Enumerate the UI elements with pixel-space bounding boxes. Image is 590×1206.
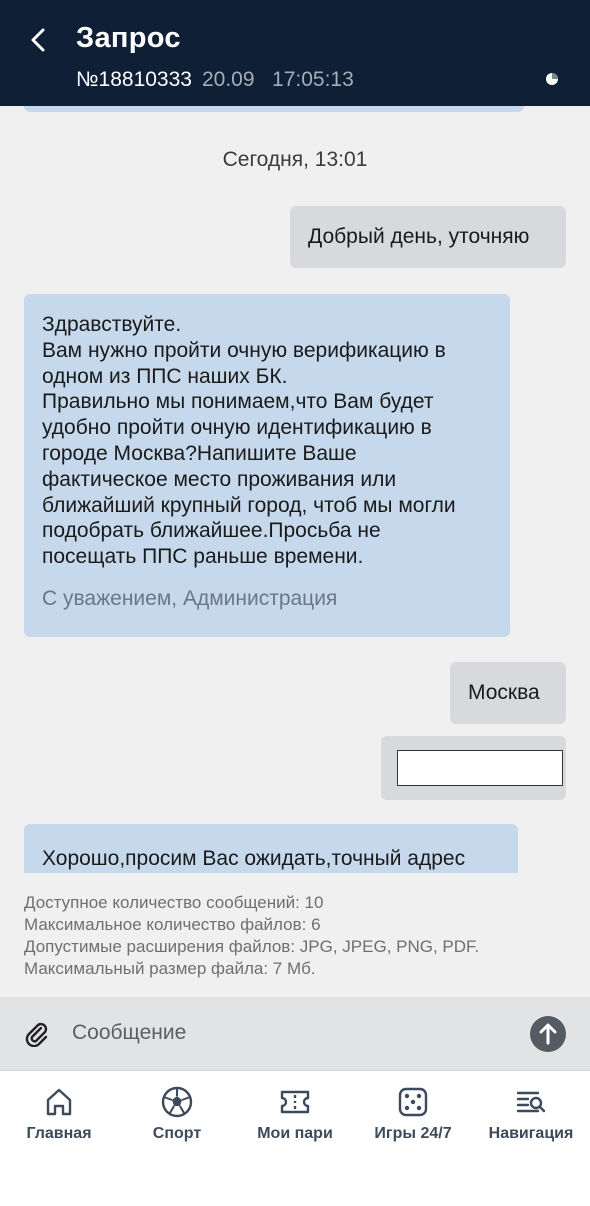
limit-extensions: Допустимые расширения файлов: JPG, JPEG,… (24, 937, 480, 956)
status-indicator-icon (546, 73, 558, 85)
arrow-up-icon (539, 1023, 557, 1045)
upload-limits-info: Доступное количество сообщений: 10 Макси… (24, 892, 479, 980)
message-line: Здравствуйте. (42, 313, 182, 336)
message-line: удобно пройти очную идентификацию в (42, 416, 432, 440)
tab-label: Мои пари (257, 1125, 333, 1142)
tab-navigation[interactable]: Навигация (472, 1085, 590, 1143)
tab-sport[interactable]: Спорт (118, 1085, 236, 1143)
incoming-message: Хорошо,просим Вас ожидать,точный адрес (24, 824, 518, 873)
outgoing-message: Добрый день, уточняю (290, 206, 566, 268)
chat-thread[interactable]: Сегодня, 13:01 Добрый день, уточняю Здра… (0, 106, 590, 873)
request-info: №18810333 20.09 17:05:13 (76, 68, 354, 92)
limit-messages: Доступное количество сообщений: 10 (24, 893, 324, 912)
message-composer (0, 997, 590, 1070)
send-button[interactable] (530, 1016, 566, 1052)
back-arrow-icon[interactable] (26, 26, 52, 54)
dice-icon (398, 1087, 428, 1117)
menu-search-icon (516, 1091, 546, 1113)
bottom-tab-bar: Главная Спорт Мои пари Игры 24/7 Навигац… (0, 1070, 590, 1206)
message-text: Добрый день, уточняю (308, 225, 530, 248)
ticket-icon (280, 1090, 310, 1114)
limit-files: Максимальное количество файлов: 6 (24, 915, 321, 934)
incoming-message: Здравствуйте. Вам нужно пройти очную вер… (24, 294, 510, 637)
header: Запрос №18810333 20.09 17:05:13 (0, 0, 590, 106)
message-text: Хорошо,просим Вас ожидать,точный адрес (42, 847, 466, 870)
tab-my-bets[interactable]: Мои пари (236, 1085, 354, 1143)
message-line: городе Москва?Напишите Ваше (42, 441, 357, 465)
outgoing-attachment-message[interactable] (381, 736, 566, 800)
tab-games[interactable]: Игры 24/7 (354, 1085, 472, 1143)
message-line: Вам нужно пройти очную верификацию в (42, 338, 446, 362)
home-icon (46, 1088, 72, 1116)
tab-label: Игры 24/7 (374, 1125, 452, 1142)
message-line: подобрать ближайшее.Просьба не (42, 519, 381, 543)
message-line: посещать ППС раньше времени. (42, 545, 364, 569)
outgoing-message: Москва (450, 662, 566, 724)
previous-message-bubble (24, 106, 524, 112)
limit-size: Максимальный размер файла: 7 Мб. (24, 959, 316, 978)
tab-label: Спорт (152, 1125, 202, 1142)
message-text: Москва (468, 681, 540, 704)
message-line: ближайший крупный город, чтоб мы могли (42, 493, 456, 517)
message-line: фактическое место проживания или (42, 467, 397, 491)
page-title: Запрос (76, 22, 181, 54)
paperclip-icon[interactable] (24, 1021, 50, 1047)
message-line: одном из ППС наших БК. (42, 364, 288, 388)
request-datetime: 20.09 17:05:13 (201, 68, 354, 91)
tab-home[interactable]: Главная (0, 1085, 118, 1143)
message-input[interactable] (72, 1015, 512, 1051)
message-signature: С уважением, Администрация (42, 586, 338, 610)
tab-label: Навигация (488, 1125, 574, 1142)
date-separator: Сегодня, 13:01 (222, 148, 368, 171)
request-number: №18810333 (76, 68, 192, 91)
attachment-preview[interactable] (397, 750, 563, 786)
message-line: Правильно мы понимаем,что Вам будет (42, 390, 434, 414)
tab-label: Главная (26, 1125, 92, 1142)
soccer-ball-icon (161, 1086, 193, 1118)
